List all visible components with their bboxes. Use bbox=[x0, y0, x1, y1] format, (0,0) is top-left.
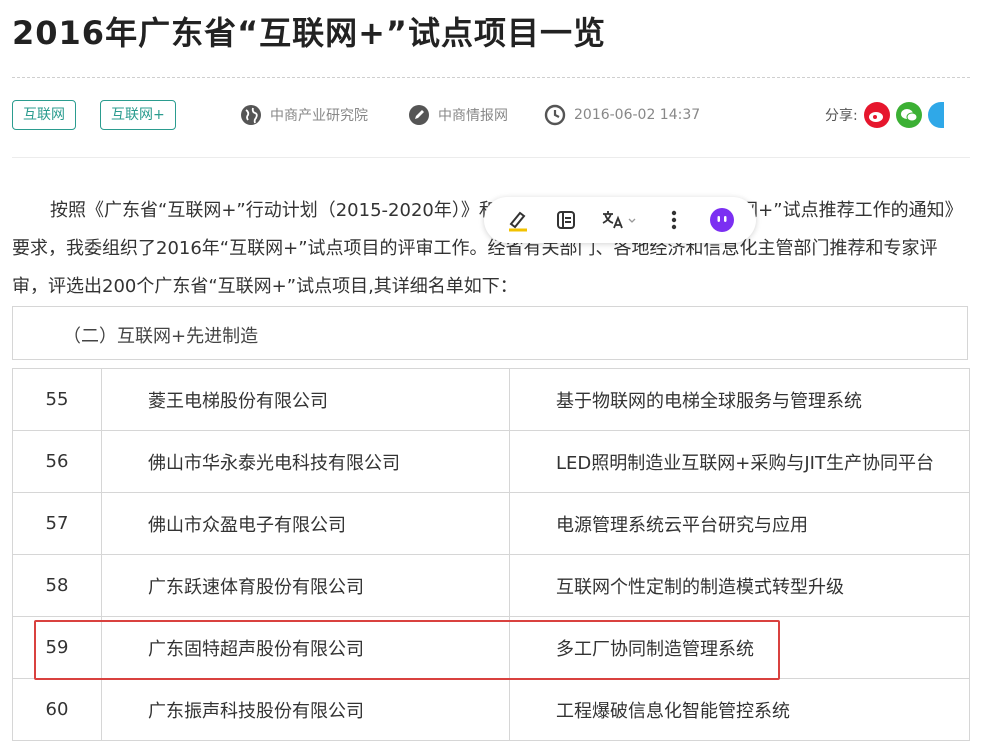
row-number: 57 bbox=[12, 492, 102, 555]
table-row: 55 菱王电梯股份有限公司 基于物联网的电梯全球服务与管理系统 bbox=[12, 368, 970, 431]
share-bar: 分享: bbox=[825, 102, 944, 128]
tag-internet-plus[interactable]: 互联网+ bbox=[100, 100, 176, 130]
source-1-label: 中商产业研究院 bbox=[270, 108, 368, 124]
project-name: 互联网个性定制的制造模式转型升级 bbox=[509, 554, 970, 617]
publish-time-label: 2016-06-02 14:37 bbox=[574, 107, 701, 123]
selection-toolbar bbox=[484, 197, 756, 243]
article-meta: 互联网 互联网+ 中商产业研究院 中商情报网 2016-06-02 14:37 … bbox=[12, 100, 970, 134]
title-divider bbox=[12, 77, 970, 78]
table-row: 60 广东振声科技股份有限公司 工程爆破信息化智能管控系统 bbox=[12, 678, 970, 741]
project-name: 工程爆破信息化智能管控系统 bbox=[509, 678, 970, 741]
section-heading-box: （二）互联网+先进制造 bbox=[12, 306, 968, 360]
project-name: 电源管理系统云平台研究与应用 bbox=[509, 492, 970, 555]
project-name: LED照明制造业互联网+采购与JIT生产协同平台 bbox=[509, 430, 970, 493]
company-name: 广东跃速体育股份有限公司 bbox=[101, 554, 510, 617]
row-number: 56 bbox=[12, 430, 102, 493]
share-label: 分享: bbox=[825, 108, 858, 124]
company-name: 广东振声科技股份有限公司 bbox=[101, 678, 510, 741]
source-1[interactable]: 中商产业研究院 bbox=[240, 104, 368, 126]
publish-time: 2016-06-02 14:37 bbox=[544, 104, 700, 126]
edit-icon bbox=[409, 105, 429, 125]
more-icon[interactable] bbox=[657, 203, 691, 237]
globe-icon bbox=[241, 105, 261, 125]
company-name: 佛山市众盈电子有限公司 bbox=[101, 492, 510, 555]
assistant-icon[interactable] bbox=[705, 203, 739, 237]
project-name: 基于物联网的电梯全球服务与管理系统 bbox=[509, 368, 970, 431]
note-icon[interactable] bbox=[549, 203, 583, 237]
clock-icon bbox=[544, 104, 566, 126]
section-heading: （二）互联网+先进制造 bbox=[63, 326, 259, 347]
highlight-icon[interactable] bbox=[501, 203, 535, 237]
tag-internet[interactable]: 互联网 bbox=[12, 100, 76, 130]
row-number: 60 bbox=[12, 678, 102, 741]
table-row: 57 佛山市众盈电子有限公司 电源管理系统云平台研究与应用 bbox=[12, 492, 970, 555]
qq-icon[interactable] bbox=[927, 102, 944, 128]
table-row: 56 佛山市华永泰光电科技有限公司 LED照明制造业互联网+采购与JIT生产协同… bbox=[12, 430, 970, 493]
source-2[interactable]: 中商情报网 bbox=[408, 104, 508, 126]
translate-icon[interactable] bbox=[597, 203, 643, 237]
company-name: 菱王电梯股份有限公司 bbox=[101, 368, 510, 431]
wechat-icon[interactable] bbox=[895, 102, 922, 128]
highlight-box bbox=[34, 620, 780, 680]
project-table: 55 菱王电梯股份有限公司 基于物联网的电梯全球服务与管理系统 56 佛山市华永… bbox=[12, 368, 970, 741]
row-number: 58 bbox=[12, 554, 102, 617]
source-2-label: 中商情报网 bbox=[438, 108, 508, 124]
weibo-icon[interactable] bbox=[863, 102, 890, 128]
article-title: 2016年广东省“互联网+”试点项目一览 bbox=[12, 14, 606, 52]
row-number: 55 bbox=[12, 368, 102, 431]
meta-divider bbox=[12, 157, 970, 158]
table-row: 58 广东跃速体育股份有限公司 互联网个性定制的制造模式转型升级 bbox=[12, 554, 970, 617]
company-name: 佛山市华永泰光电科技有限公司 bbox=[101, 430, 510, 493]
